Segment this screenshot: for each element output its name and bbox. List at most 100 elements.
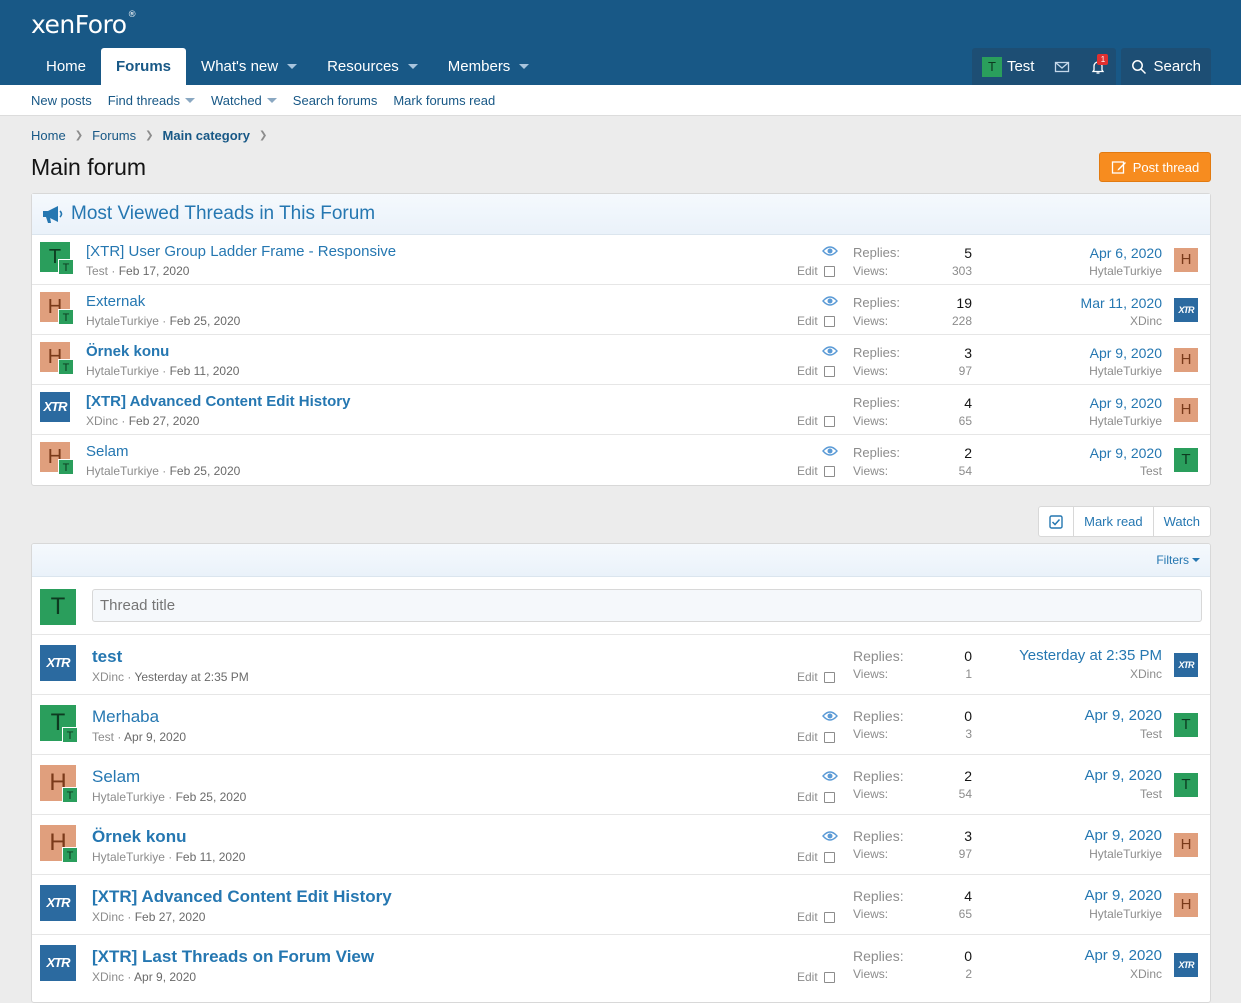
nav-tab-home[interactable]: Home — [31, 48, 101, 85]
edit-control[interactable]: Edit — [797, 790, 835, 804]
avatar[interactable]: H — [1174, 833, 1198, 857]
thread-title-link[interactable]: Örnek konu — [92, 827, 186, 847]
select-checkbox[interactable] — [823, 791, 835, 803]
thread-title-link[interactable]: [XTR] User Group Ladder Frame - Responsi… — [86, 243, 396, 260]
edit-control[interactable]: Edit — [797, 910, 835, 924]
thread-title-link[interactable]: Örnek konu — [86, 343, 169, 360]
last-post-date[interactable]: Apr 9, 2020 — [1084, 827, 1162, 845]
avatar[interactable]: H — [1174, 398, 1198, 422]
last-post-user[interactable]: Test — [1084, 725, 1162, 743]
sub-avatar[interactable]: T — [62, 847, 78, 863]
avatar[interactable]: T — [1174, 713, 1198, 737]
subnav-search-forums[interactable]: Search forums — [293, 93, 378, 108]
select-checkbox[interactable] — [823, 315, 835, 327]
select-checkbox[interactable] — [823, 971, 835, 983]
last-post-user[interactable]: HytaleTurkiye — [1089, 262, 1162, 280]
avatar[interactable]: H — [1174, 248, 1198, 272]
thread-title-link[interactable]: [XTR] Advanced Content Edit History — [86, 393, 350, 410]
thread-author[interactable]: XDinc — [92, 970, 124, 984]
nav-tab-resources[interactable]: Resources — [312, 48, 433, 85]
avatar[interactable]: T — [1174, 448, 1198, 472]
avatar[interactable]: XTR — [40, 885, 76, 921]
avatar[interactable]: H — [1174, 893, 1198, 917]
last-post-user[interactable]: HytaleTurkiye — [1089, 412, 1162, 430]
last-post-date[interactable]: Apr 9, 2020 — [1084, 767, 1162, 785]
edit-control[interactable]: Edit — [797, 670, 835, 684]
select-checkbox[interactable] — [823, 851, 835, 863]
thread-start-date[interactable]: Yesterday at 2:35 PM — [134, 670, 248, 684]
select-checkbox[interactable] — [823, 671, 835, 683]
alerts-button[interactable]: 1 — [1080, 48, 1116, 85]
filters-button[interactable]: Filters — [1156, 553, 1200, 567]
avatar[interactable]: XTR — [40, 645, 76, 681]
edit-control[interactable]: Edit — [797, 850, 835, 864]
caret-down-icon[interactable] — [266, 97, 277, 103]
last-post-user[interactable]: XDinc — [1019, 665, 1162, 683]
thread-author[interactable]: HytaleTurkiye — [92, 850, 165, 864]
thread-start-date[interactable]: Feb 11, 2020 — [170, 364, 240, 378]
breadcrumb-main-category[interactable]: Main category — [163, 128, 250, 143]
sub-avatar[interactable]: T — [58, 459, 74, 475]
select-checkbox[interactable] — [823, 731, 835, 743]
thread-start-date[interactable]: Feb 11, 2020 — [176, 850, 246, 864]
thread-author[interactable]: HytaleTurkiye — [92, 790, 165, 804]
thread-author[interactable]: XDinc — [92, 670, 124, 684]
select-checkbox[interactable] — [823, 415, 835, 427]
caret-down-icon[interactable] — [407, 64, 418, 69]
thread-title-link[interactable]: [XTR] Advanced Content Edit History — [92, 887, 392, 907]
edit-control[interactable]: Edit — [797, 264, 835, 278]
thread-author[interactable]: HytaleTurkiye — [86, 314, 159, 328]
avatar[interactable]: XTR — [1174, 953, 1198, 977]
thread-start-date[interactable]: Feb 27, 2020 — [135, 910, 206, 924]
search-button[interactable]: Search — [1121, 48, 1211, 85]
last-post-date[interactable]: Apr 9, 2020 — [1090, 444, 1162, 462]
last-post-date[interactable]: Apr 9, 2020 — [1084, 707, 1162, 725]
breadcrumb-forums[interactable]: Forums — [92, 128, 136, 143]
caret-down-icon[interactable] — [519, 64, 530, 69]
last-post-user[interactable]: HytaleTurkiye — [1089, 362, 1162, 380]
post-thread-button[interactable]: Post thread — [1099, 152, 1211, 182]
last-post-date[interactable]: Apr 6, 2020 — [1089, 244, 1162, 262]
avatar[interactable]: H — [1174, 348, 1198, 372]
mark-read-button[interactable]: Mark read — [1073, 507, 1153, 536]
last-post-user[interactable]: XDinc — [1084, 965, 1162, 983]
select-checkbox[interactable] — [823, 465, 835, 477]
thread-title-link[interactable]: [XTR] Last Threads on Forum View — [92, 947, 374, 967]
thread-start-date[interactable]: Feb 17, 2020 — [119, 264, 190, 278]
avatar[interactable]: XTR — [1174, 298, 1198, 322]
last-post-user[interactable]: Test — [1084, 785, 1162, 803]
thread-title-link[interactable]: Externak — [86, 293, 145, 310]
edit-control[interactable]: Edit — [797, 414, 835, 428]
subnav-find-threads[interactable]: Find threads — [108, 93, 195, 108]
sub-avatar[interactable]: T — [62, 727, 78, 743]
thread-start-date[interactable]: Apr 9, 2020 — [124, 730, 186, 744]
caret-down-icon[interactable] — [287, 64, 298, 69]
select-checkbox[interactable] — [823, 365, 835, 377]
last-post-user[interactable]: HytaleTurkiye — [1084, 905, 1162, 923]
thread-title-input[interactable] — [92, 589, 1202, 622]
select-checkbox[interactable] — [823, 911, 835, 923]
sub-avatar[interactable]: T — [62, 787, 78, 803]
thread-start-date[interactable]: Apr 9, 2020 — [134, 970, 196, 984]
thread-start-date[interactable]: Feb 25, 2020 — [170, 314, 241, 328]
nav-tab-members[interactable]: Members — [433, 48, 545, 85]
thread-title-link[interactable]: Selam — [86, 443, 129, 460]
last-post-date[interactable]: Mar 11, 2020 — [1081, 294, 1162, 312]
site-logo[interactable]: xenForo® — [31, 10, 137, 39]
avatar[interactable]: XTR — [1174, 653, 1198, 677]
thread-title-link[interactable]: test — [92, 647, 122, 667]
last-post-date[interactable]: Apr 9, 2020 — [1084, 947, 1162, 965]
last-post-date[interactable]: Yesterday at 2:35 PM — [1019, 647, 1162, 665]
thread-author[interactable]: Test — [92, 730, 114, 744]
caret-down-icon[interactable] — [184, 97, 195, 103]
nav-tab-forums[interactable]: Forums — [101, 48, 187, 85]
edit-control[interactable]: Edit — [797, 730, 835, 744]
sub-avatar[interactable]: T — [58, 359, 74, 375]
thread-author[interactable]: HytaleTurkiye — [86, 364, 159, 378]
edit-control[interactable]: Edit — [797, 970, 835, 984]
thread-start-date[interactable]: Feb 25, 2020 — [176, 790, 247, 804]
avatar[interactable]: XTR — [40, 392, 70, 422]
thread-author[interactable]: XDinc — [86, 414, 118, 428]
breadcrumb-home[interactable]: Home — [31, 128, 66, 143]
avatar[interactable]: T — [1174, 773, 1198, 797]
